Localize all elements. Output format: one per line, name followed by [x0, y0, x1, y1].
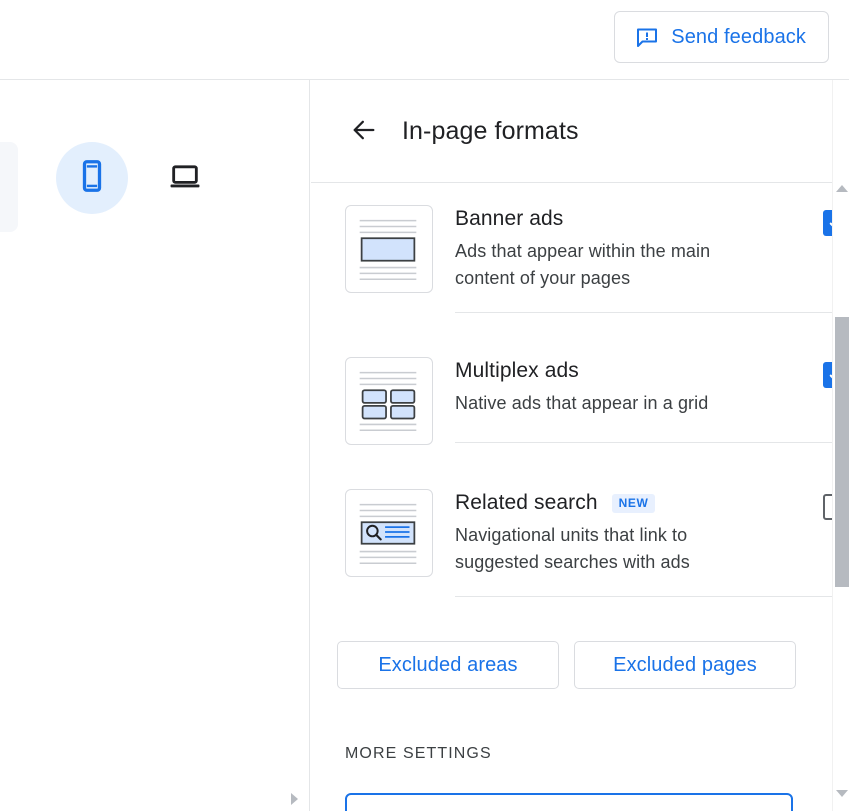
- detail-pane: In-page formats Banner ads Ads that appe…: [311, 80, 849, 811]
- device-toggle-desktop[interactable]: [158, 151, 212, 205]
- excluded-buttons-group: Excluded areas Excluded pages: [311, 619, 849, 689]
- preview-horizontal-scrollbar[interactable]: [0, 785, 309, 811]
- device-toggle-group: [56, 142, 212, 214]
- more-settings-focused-field[interactable]: [345, 793, 793, 811]
- format-row-content: Multiplex ads Native ads that appear in …: [455, 357, 849, 443]
- excluded-pages-button[interactable]: Excluded pages: [574, 641, 796, 689]
- format-row-banner-ads[interactable]: Banner ads Ads that appear within the ma…: [345, 183, 849, 335]
- detail-header: In-page formats: [311, 80, 849, 183]
- more-settings-heading: MORE SETTINGS: [345, 745, 492, 762]
- preview-edge-card: [0, 142, 18, 232]
- back-button[interactable]: [344, 111, 384, 151]
- feedback-icon: [635, 25, 659, 49]
- multiplex-ad-thumbnail-icon: [345, 357, 433, 445]
- top-bar: Send feedback: [0, 0, 849, 80]
- format-description: Ads that appear within the main content …: [455, 241, 711, 288]
- format-row-multiplex-ads[interactable]: Multiplex ads Native ads that appear in …: [345, 335, 849, 467]
- page-title: In-page formats: [402, 116, 579, 145]
- related-search-thumbnail-icon: [345, 489, 433, 577]
- detail-scroll-area: Banner ads Ads that appear within the ma…: [311, 183, 849, 811]
- send-feedback-button[interactable]: Send feedback: [614, 11, 829, 63]
- format-title: Multiplex ads: [455, 359, 579, 382]
- format-description: Navigational units that link to suggeste…: [455, 525, 690, 572]
- arrow-back-icon: [350, 116, 378, 147]
- format-text-block: Multiplex ads Native ads that appear in …: [455, 357, 807, 417]
- banner-ad-thumbnail-icon: [345, 205, 433, 293]
- format-text-block: Banner ads Ads that appear within the ma…: [455, 205, 807, 292]
- device-toggle-mobile[interactable]: [56, 142, 128, 214]
- detail-vertical-scrollbar[interactable]: [832, 80, 849, 811]
- ad-format-list: Banner ads Ads that appear within the ma…: [311, 183, 849, 619]
- format-row-content: Related search NEW Navigational units th…: [455, 489, 849, 597]
- vertical-scrollbar-thumb[interactable]: [835, 317, 849, 587]
- format-title-line: Banner ads: [455, 205, 807, 233]
- scroll-down-arrow-icon[interactable]: [836, 790, 848, 797]
- format-row-content: Banner ads Ads that appear within the ma…: [455, 205, 849, 313]
- excluded-areas-button[interactable]: Excluded areas: [337, 641, 559, 689]
- format-title: Banner ads: [455, 207, 564, 230]
- format-title: Related search: [455, 491, 598, 514]
- preview-pane: [0, 80, 310, 811]
- scroll-right-arrow-icon[interactable]: [291, 793, 298, 805]
- format-title-line: Multiplex ads: [455, 357, 807, 385]
- format-description: Native ads that appear in a grid: [455, 393, 709, 413]
- mobile-phone-icon: [74, 158, 110, 199]
- status-badge-new: NEW: [611, 493, 656, 513]
- scroll-up-arrow-icon[interactable]: [836, 185, 848, 192]
- format-text-block: Related search NEW Navigational units th…: [455, 489, 807, 576]
- laptop-icon: [168, 159, 202, 198]
- send-feedback-label: Send feedback: [671, 25, 806, 48]
- format-row-related-search[interactable]: Related search NEW Navigational units th…: [345, 467, 849, 619]
- format-title-line: Related search NEW: [455, 489, 807, 517]
